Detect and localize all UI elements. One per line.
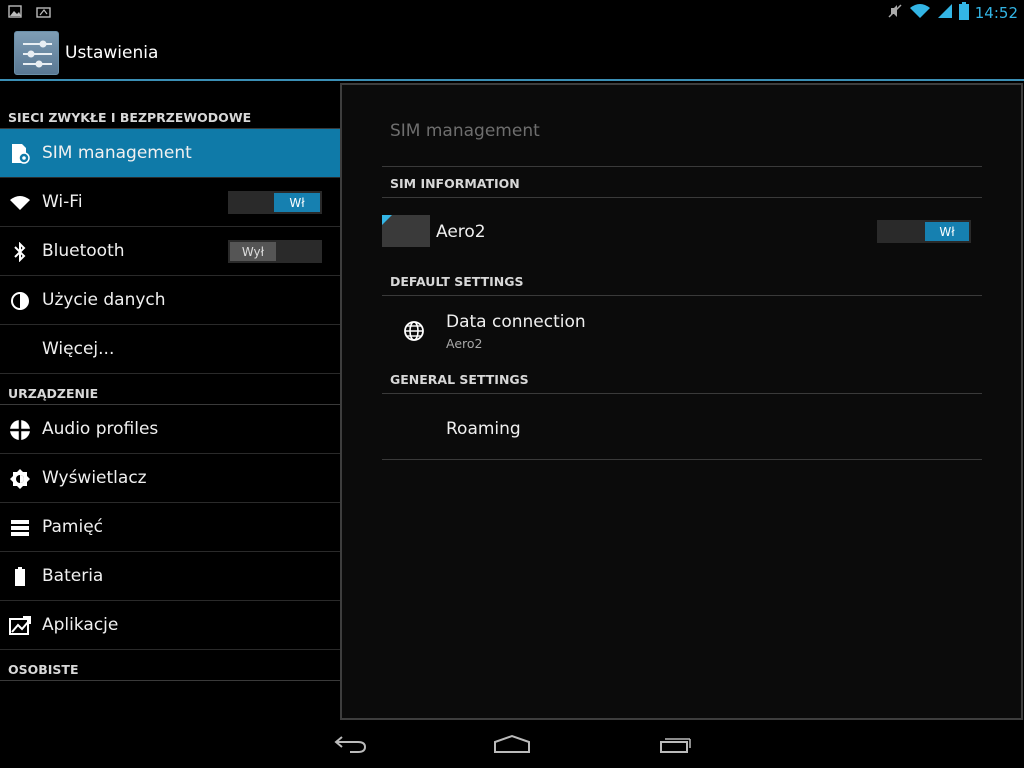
sidebar-item-battery[interactable]: Bateria bbox=[0, 552, 340, 601]
image-notification-icon bbox=[8, 3, 22, 22]
divider bbox=[382, 295, 982, 296]
section-header-default-settings: DEFAULT SETTINGS bbox=[390, 274, 524, 289]
toggle-label: Wył bbox=[230, 242, 276, 261]
divider bbox=[382, 197, 982, 198]
display-icon bbox=[9, 468, 31, 490]
sidebar-item-storage[interactable]: Pamięć bbox=[0, 503, 340, 552]
divider bbox=[382, 459, 982, 460]
section-header-sim-information: SIM INFORMATION bbox=[390, 176, 520, 191]
section-header-personal: OSOBISTE bbox=[0, 650, 340, 681]
sidebar-item-bluetooth[interactable]: Bluetooth Wył bbox=[0, 227, 340, 276]
sim-toggle[interactable]: Wł bbox=[877, 220, 971, 243]
divider bbox=[382, 166, 982, 167]
sim-color-icon bbox=[382, 215, 430, 247]
battery-icon bbox=[958, 2, 969, 24]
data-connection-value: Aero2 bbox=[446, 336, 483, 351]
settings-list[interactable]: SIECI ZWYKŁE I BEZPRZEWODOWE SIM managem… bbox=[0, 83, 340, 720]
detail-pane: SIM management SIM INFORMATION Aero2 Wł … bbox=[340, 83, 1023, 720]
audio-profiles-icon bbox=[9, 419, 31, 441]
sidebar-item-label: Wi-Fi bbox=[42, 192, 83, 212]
sidebar-item-wifi[interactable]: Wi-Fi Wł bbox=[0, 178, 340, 227]
sidebar-item-apps[interactable]: Aplikacje bbox=[0, 601, 340, 650]
section-header-networks: SIECI ZWYKŁE I BEZPRZEWODOWE bbox=[0, 83, 340, 129]
sidebar-item-more[interactable]: Więcej... bbox=[0, 325, 340, 374]
wifi-icon bbox=[909, 3, 931, 23]
sim-name: Aero2 bbox=[436, 222, 486, 242]
sidebar-item-label: Bateria bbox=[42, 566, 104, 586]
sim-settings-icon bbox=[9, 143, 31, 165]
recent-apps-icon[interactable] bbox=[655, 732, 695, 756]
toggle-label: Wł bbox=[925, 222, 969, 241]
battery-icon bbox=[9, 566, 31, 588]
clock: 14:52 bbox=[974, 4, 1018, 22]
sidebar-item-sim-management[interactable]: SIM management bbox=[0, 129, 340, 178]
divider bbox=[382, 393, 982, 394]
app-title: Ustawienia bbox=[65, 43, 159, 63]
sidebar-item-data-usage[interactable]: Użycie danych bbox=[0, 276, 340, 325]
action-bar: Ustawienia bbox=[0, 25, 1024, 81]
bluetooth-toggle[interactable]: Wył bbox=[228, 240, 322, 263]
section-header-general-settings: GENERAL SETTINGS bbox=[390, 372, 529, 387]
roaming-label: Roaming bbox=[446, 419, 521, 439]
sidebar-item-display[interactable]: Wyświetlacz bbox=[0, 454, 340, 503]
sidebar-item-label: Bluetooth bbox=[42, 241, 125, 261]
signal-icon bbox=[937, 3, 953, 23]
data-connection-label: Data connection bbox=[446, 312, 586, 332]
sidebar-item-label: Więcej... bbox=[42, 339, 115, 359]
sidebar-item-label: Aplikacje bbox=[42, 615, 119, 635]
toggle-label: Wł bbox=[274, 193, 320, 212]
status-bar: 14:52 bbox=[0, 0, 1024, 25]
navigation-bar bbox=[0, 720, 1024, 768]
section-header-device: URZĄDZENIE bbox=[0, 374, 340, 405]
sidebar-item-label: Pamięć bbox=[42, 517, 103, 537]
mute-icon bbox=[887, 3, 903, 23]
home-icon[interactable] bbox=[492, 732, 532, 756]
wifi-toggle[interactable]: Wł bbox=[228, 191, 322, 214]
apps-icon bbox=[9, 615, 31, 637]
sidebar-item-audio-profiles[interactable]: Audio profiles bbox=[0, 405, 340, 454]
wifi-icon bbox=[9, 192, 31, 214]
back-icon[interactable] bbox=[330, 732, 370, 756]
data-usage-icon bbox=[9, 290, 31, 312]
sidebar-item-label: SIM management bbox=[42, 143, 192, 163]
bluetooth-icon bbox=[9, 241, 31, 263]
screenshot-notification-icon bbox=[36, 3, 52, 22]
storage-icon bbox=[9, 517, 31, 539]
settings-sliders-icon[interactable] bbox=[14, 31, 59, 75]
sidebar-item-label: Wyświetlacz bbox=[42, 468, 147, 488]
sidebar-item-partial[interactable] bbox=[0, 681, 340, 720]
globe-icon bbox=[403, 320, 425, 346]
sidebar-item-label: Użycie danych bbox=[42, 290, 166, 310]
detail-title: SIM management bbox=[390, 121, 540, 141]
sidebar-item-label: Audio profiles bbox=[42, 419, 159, 439]
